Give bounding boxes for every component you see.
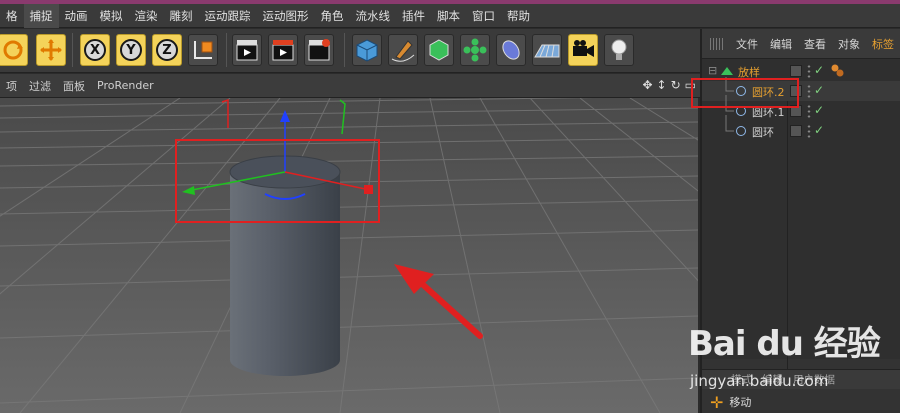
z-axis-icon: Z	[156, 39, 178, 61]
om-menu-objects[interactable]: 对象	[832, 36, 866, 52]
clapper-red-icon	[272, 40, 294, 61]
object-manager-menubar: 文件 编辑 查看 对象 标签	[702, 29, 900, 59]
3d-viewport[interactable]	[0, 98, 698, 413]
move-tool-icon: ✛	[710, 392, 724, 412]
loft-icon	[721, 67, 733, 75]
cylinder-object	[229, 155, 341, 376]
x-axis-icon: X	[84, 39, 106, 61]
clapper-icon	[236, 40, 258, 61]
phong-tag-icon[interactable]	[830, 63, 844, 77]
menu-item-plugins[interactable]: 插件	[396, 4, 431, 28]
camera-icon	[573, 40, 594, 57]
menu-item-render[interactable]: 渲染	[129, 4, 164, 28]
object-name: 圆环	[752, 126, 774, 139]
attr-tab-mode[interactable]: 模式	[726, 372, 757, 387]
floor-icon	[534, 44, 560, 58]
camera-button[interactable]	[568, 34, 598, 66]
coordinate-system-icon	[194, 41, 213, 59]
menu-item-motion-tracking[interactable]: 运动跟踪	[199, 4, 257, 28]
orbit-icon[interactable]: ↻	[671, 78, 681, 92]
viewport-menu-options[interactable]: 项	[0, 78, 23, 94]
attr-tab-userdata[interactable]: 用户数据	[788, 372, 840, 387]
y-axis-icon: Y	[120, 39, 142, 61]
active-tool-row: ✛ 移动	[702, 391, 900, 413]
viewport-menubar: 项 过滤 面板 ProRender ✥ ↕ ↻ ▭	[0, 74, 700, 98]
list-item[interactable]: 圆环 ✓	[702, 115, 900, 141]
visibility-toggle[interactable]	[790, 65, 802, 77]
enabled-check-icon[interactable]: ✓	[814, 123, 824, 137]
render-settings-button[interactable]	[304, 34, 334, 66]
viewport-menu-panel[interactable]: 面板	[57, 78, 91, 94]
coordinate-system-button[interactable]	[188, 34, 218, 66]
om-menu-view[interactable]: 查看	[798, 36, 832, 52]
panel-grip-icon[interactable]	[710, 37, 724, 50]
attribute-manager-tabs: 模式 编辑 用户数据	[702, 369, 900, 389]
menu-item-simulate[interactable]: 模拟	[94, 4, 129, 28]
light-button[interactable]	[604, 34, 634, 66]
viewport-menu-filter[interactable]: 过滤	[23, 78, 57, 94]
deformer-icon	[502, 40, 520, 60]
menu-item-animate[interactable]: 动画	[59, 4, 94, 28]
object-manager-panel: 文件 编辑 查看 对象 标签 ⊟ 放样 ✓ 圆环.2 ✓ 圆环.1 ✓ 圆环 ✓…	[691, 29, 900, 413]
highlight-box-object	[691, 78, 799, 108]
editor-render-dots[interactable]	[806, 64, 812, 78]
cloner-icon	[463, 38, 487, 62]
move-icon	[40, 39, 62, 61]
visibility-toggle[interactable]	[790, 125, 802, 137]
enabled-check-icon[interactable]: ✓	[814, 83, 824, 97]
om-menu-tags[interactable]: 标签	[866, 36, 900, 52]
subdivision-surface-button[interactable]	[424, 34, 454, 66]
editor-render-dots[interactable]	[806, 124, 812, 138]
tree-expand-icon[interactable]: ⊟	[708, 64, 717, 77]
viewport-menu-prorender[interactable]: ProRender	[91, 79, 160, 92]
cloner-button[interactable]	[460, 34, 490, 66]
viewport-nav-icons: ✥ ↕ ↻ ▭	[642, 78, 696, 92]
main-toolbar: X Y Z	[0, 29, 700, 73]
menu-item-help[interactable]: 帮助	[501, 4, 536, 28]
menu-item-mograph[interactable]: 运动图形	[257, 4, 315, 28]
move-tool-button[interactable]	[36, 34, 66, 66]
pen-icon	[391, 40, 415, 62]
attr-tab-edit[interactable]: 编辑	[757, 372, 788, 387]
z-axis-lock-button[interactable]: Z	[152, 34, 182, 66]
rotate-icon	[3, 40, 23, 60]
om-menu-edit[interactable]: 编辑	[764, 36, 798, 52]
floor-button[interactable]	[532, 34, 562, 66]
menu-item-character[interactable]: 角色	[315, 4, 350, 28]
viewport-canvas	[0, 98, 698, 413]
x-axis-lock-button[interactable]: X	[80, 34, 110, 66]
enabled-check-icon[interactable]: ✓	[814, 103, 824, 117]
menu-item-script[interactable]: 脚本	[431, 4, 466, 28]
active-tool-name: 移动	[729, 396, 752, 409]
subdivision-icon	[429, 39, 449, 61]
cube-icon	[356, 39, 378, 62]
rotate-tool-button[interactable]	[0, 34, 28, 66]
light-bulb-icon	[611, 39, 627, 60]
pan-icon[interactable]: ✥	[642, 78, 652, 92]
pen-spline-button[interactable]	[388, 34, 418, 66]
render-to-picture-viewer-button[interactable]	[268, 34, 298, 66]
main-menubar: 格 捕捉 动画 模拟 渲染 雕刻 运动跟踪 运动图形 角色 流水线 插件 脚本 …	[0, 3, 900, 28]
editor-render-dots[interactable]	[806, 84, 812, 98]
deformer-button[interactable]	[496, 34, 526, 66]
menu-item-sculpt[interactable]: 雕刻	[164, 4, 199, 28]
menu-item-window[interactable]: 窗口	[466, 4, 501, 28]
cube-object-button[interactable]	[352, 34, 382, 66]
menu-item-snap[interactable]: 捕捉	[23, 3, 59, 28]
om-menu-file[interactable]: 文件	[730, 36, 764, 52]
editor-render-dots[interactable]	[806, 104, 812, 118]
menu-item-grid[interactable]: 格	[0, 4, 24, 28]
dolly-icon[interactable]: ↕	[657, 78, 667, 92]
circle-spline-icon	[736, 126, 746, 136]
render-view-button[interactable]	[232, 34, 262, 66]
enabled-check-icon[interactable]: ✓	[814, 63, 824, 77]
y-axis-lock-button[interactable]: Y	[116, 34, 146, 66]
clapper-gear-icon	[308, 39, 330, 61]
menu-item-pipeline[interactable]: 流水线	[350, 4, 397, 28]
object-list: ⊟ 放样 ✓ 圆环.2 ✓ 圆环.1 ✓ 圆环 ✓	[691, 59, 900, 389]
